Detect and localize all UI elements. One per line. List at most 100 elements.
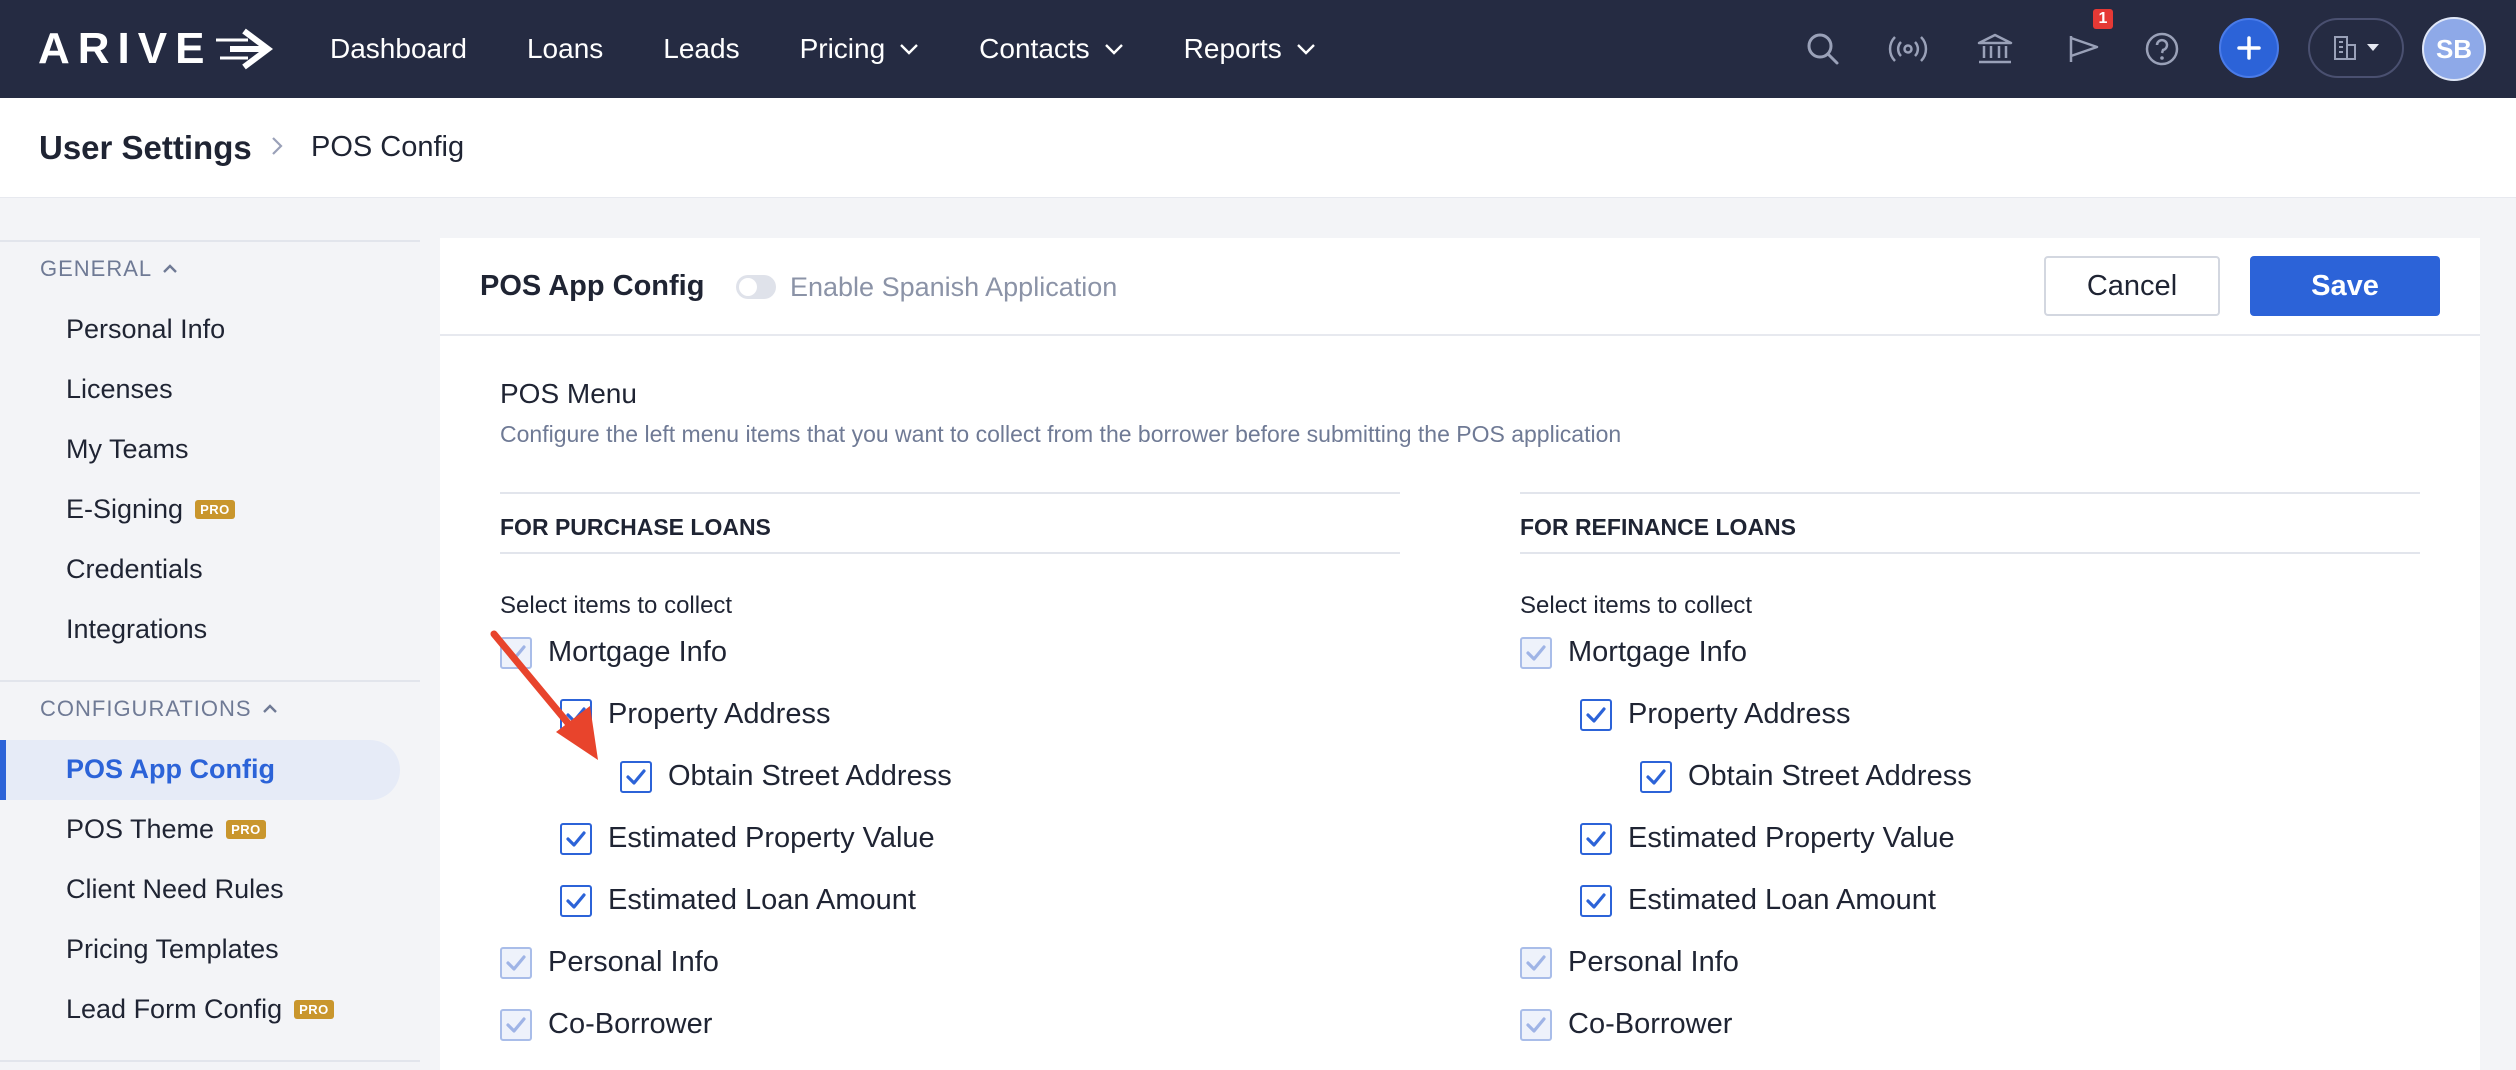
checkbox-box[interactable] bbox=[1520, 946, 1552, 979]
sidebar-item-pricing-templates[interactable]: Pricing Templates bbox=[66, 934, 279, 965]
help-icon[interactable] bbox=[2142, 29, 2182, 69]
checkmark-icon bbox=[1526, 954, 1546, 971]
arive-logo[interactable]: ARIVE bbox=[38, 22, 276, 76]
nav-reports[interactable]: Reports bbox=[1184, 33, 1316, 65]
create-new-button[interactable] bbox=[2219, 18, 2279, 78]
card-header: POS App Config Enable Spanish Applicatio… bbox=[440, 238, 2480, 336]
section-general-toggle[interactable]: GENERAL bbox=[40, 256, 178, 282]
checkbox-mortgage-info[interactable]: Mortgage Info bbox=[1520, 636, 1747, 669]
chevron-down-icon bbox=[1104, 44, 1123, 55]
sidebar-item-label: Credentials bbox=[66, 554, 203, 584]
checkbox-label: Co-Borrower bbox=[1568, 1008, 1733, 1040]
checkbox-box[interactable] bbox=[500, 946, 532, 979]
sidebar-item-client-need-rules[interactable]: Client Need Rules bbox=[66, 874, 284, 905]
cancel-button[interactable]: Cancel bbox=[2044, 256, 2220, 316]
checkbox-estimated-property-value[interactable]: Estimated Property Value bbox=[1580, 822, 1955, 855]
chevron-down-icon bbox=[900, 44, 919, 55]
card-title: POS App Config bbox=[480, 270, 705, 302]
active-item-indicator bbox=[0, 740, 6, 800]
nav-pricing[interactable]: Pricing bbox=[800, 33, 920, 65]
checkbox-box[interactable] bbox=[620, 760, 652, 793]
sidebar-item-credentials[interactable]: Credentials bbox=[66, 554, 203, 585]
checkbox-label: Obtain Street Address bbox=[668, 760, 952, 792]
divider bbox=[1520, 492, 2420, 494]
checkbox-personal-info[interactable]: Personal Info bbox=[500, 946, 719, 979]
bank-icon[interactable] bbox=[1975, 29, 2015, 69]
divider bbox=[500, 552, 1400, 554]
checkbox-label: Co-Borrower bbox=[548, 1008, 713, 1040]
checkbox-co-borrower[interactable]: Co-Borrower bbox=[500, 1008, 712, 1041]
checkbox-obtain-street-address[interactable]: Obtain Street Address bbox=[1640, 760, 1972, 793]
purchase-select-label: Select items to collect bbox=[500, 592, 733, 619]
section-general-label: GENERAL bbox=[40, 256, 153, 281]
checkmark-icon bbox=[1646, 768, 1666, 785]
sidebar-item-pos-app-config[interactable]: POS App Config bbox=[66, 754, 275, 785]
sidebar-item-label: Client Need Rules bbox=[66, 874, 284, 904]
nav-dashboard[interactable]: Dashboard bbox=[330, 33, 467, 65]
sidebar-item-label: My Teams bbox=[66, 434, 189, 464]
checkbox-box[interactable] bbox=[1520, 636, 1552, 669]
sidebar-item-integrations[interactable]: Integrations bbox=[66, 614, 207, 645]
section-configurations-label: CONFIGURATIONS bbox=[40, 696, 252, 721]
checkmark-icon bbox=[506, 1016, 526, 1033]
checkbox-box[interactable] bbox=[1580, 884, 1612, 917]
checkbox-obtain-street-address[interactable]: Obtain Street Address bbox=[620, 760, 952, 793]
settings-sidebar: GENERAL Personal Info Licenses My Teams E-S… bbox=[0, 198, 420, 1070]
checkmark-icon bbox=[566, 892, 586, 909]
checkmark-icon bbox=[1526, 1016, 1546, 1033]
section-configurations-toggle[interactable]: CONFIGURATIONS bbox=[40, 696, 278, 722]
checkbox-co-borrower[interactable]: Co-Borrower bbox=[1520, 1008, 1732, 1041]
broadcast-icon[interactable] bbox=[1888, 29, 1928, 69]
building-icon bbox=[2334, 36, 2356, 60]
checkbox-box[interactable] bbox=[1580, 698, 1612, 731]
checkbox-personal-info[interactable]: Personal Info bbox=[1520, 946, 1739, 979]
search-icon[interactable] bbox=[1803, 29, 1843, 69]
sidebar-item-my-teams[interactable]: My Teams bbox=[66, 434, 189, 465]
checkbox-box[interactable] bbox=[1520, 1008, 1552, 1041]
sidebar-divider bbox=[0, 240, 420, 242]
checkbox-box[interactable] bbox=[1640, 760, 1672, 793]
spanish-application-toggle[interactable] bbox=[736, 275, 776, 299]
checkbox-box[interactable] bbox=[560, 822, 592, 855]
chevron-down-icon bbox=[1296, 44, 1315, 55]
sidebar-item-label: Lead Form Config bbox=[66, 994, 283, 1024]
caret-down-icon bbox=[2367, 44, 2379, 51]
pro-badge: PRO bbox=[226, 820, 266, 839]
user-avatar[interactable]: SB bbox=[2422, 17, 2486, 81]
sidebar-item-pos-theme[interactable]: POS Theme PRO bbox=[66, 814, 266, 845]
pro-badge: PRO bbox=[294, 1000, 334, 1019]
nav-loans[interactable]: Loans bbox=[527, 33, 603, 65]
checkbox-label: Estimated Loan Amount bbox=[608, 884, 916, 916]
checkbox-label: Property Address bbox=[608, 698, 831, 730]
checkbox-box[interactable] bbox=[1580, 822, 1612, 855]
pos-menu-title: POS Menu bbox=[500, 378, 637, 409]
nav-contacts[interactable]: Contacts bbox=[979, 33, 1124, 65]
breadcrumb-user-settings[interactable]: User Settings bbox=[39, 129, 252, 167]
checkbox-label: Estimated Property Value bbox=[1628, 822, 1955, 854]
checkbox-property-address[interactable]: Property Address bbox=[1580, 698, 1850, 731]
sidebar-item-licenses[interactable]: Licenses bbox=[66, 374, 173, 405]
nav-label: Pricing bbox=[799, 33, 886, 64]
sidebar-item-lead-form-config[interactable]: Lead Form Config PRO bbox=[66, 994, 334, 1025]
checkbox-box[interactable] bbox=[500, 1008, 532, 1041]
checkbox-box[interactable] bbox=[560, 884, 592, 917]
refinance-select-label: Select items to collect bbox=[1520, 592, 1753, 619]
checkbox-estimated-loan-amount[interactable]: Estimated Loan Amount bbox=[1580, 884, 1936, 917]
nav-label: Reports bbox=[1183, 33, 1282, 64]
save-button[interactable]: Save bbox=[2250, 256, 2440, 316]
organization-switcher[interactable] bbox=[2308, 18, 2404, 78]
nav-leads[interactable]: Leads bbox=[663, 33, 739, 65]
chevron-up-icon bbox=[262, 704, 277, 713]
sidebar-item-e-signing[interactable]: E-Signing PRO bbox=[66, 494, 235, 525]
sidebar-item-label: Pricing Templates bbox=[66, 934, 279, 964]
sidebar-divider bbox=[0, 680, 420, 682]
sidebar-item-label: POS Theme bbox=[66, 814, 215, 844]
checkbox-estimated-property-value[interactable]: Estimated Property Value bbox=[560, 822, 935, 855]
pos-menu-description: Configure the left menu items that you w… bbox=[500, 421, 1622, 447]
sidebar-item-label: E-Signing bbox=[66, 494, 184, 524]
announcement-icon[interactable] bbox=[2065, 29, 2105, 69]
purchase-loans-heading: FOR PURCHASE LOANS bbox=[500, 514, 771, 540]
sidebar-item-personal-info[interactable]: Personal Info bbox=[66, 314, 225, 345]
checkmark-icon bbox=[1586, 892, 1606, 909]
checkbox-estimated-loan-amount[interactable]: Estimated Loan Amount bbox=[560, 884, 916, 917]
